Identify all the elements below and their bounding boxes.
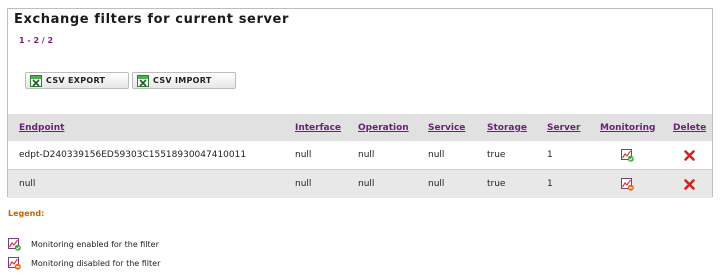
- column-header-interface[interactable]: Interface: [295, 114, 358, 141]
- csv-export-label: CSV EXPORT: [46, 76, 106, 85]
- legend-item-monitoring-enabled: Monitoring enabled for the filter: [8, 238, 159, 251]
- filters-table: Endpoint Interface Operation Service Sto…: [8, 114, 712, 198]
- interface-cell: null: [295, 169, 358, 198]
- endpoint-cell: null: [8, 169, 295, 198]
- endpoint-cell: edpt-D240339156ED59303C15518930047410011: [8, 141, 295, 170]
- column-header-operation[interactable]: Operation: [358, 114, 428, 141]
- monitoring-enabled-icon[interactable]: [621, 148, 634, 162]
- delete-cell: [673, 141, 712, 170]
- column-header-server[interactable]: Server: [547, 114, 600, 141]
- monitoring-cell: [600, 169, 673, 198]
- operation-cell: null: [358, 141, 428, 170]
- delete-cell: [673, 169, 712, 198]
- column-header-endpoint[interactable]: Endpoint: [8, 114, 295, 141]
- service-cell: null: [428, 169, 487, 198]
- column-header-service[interactable]: Service: [428, 114, 487, 141]
- table-row: null null null null true 1: [8, 169, 712, 198]
- storage-cell: true: [487, 169, 547, 198]
- monitoring-cell: [600, 141, 673, 170]
- legend-item-label: Monitoring enabled for the filter: [31, 240, 159, 249]
- server-cell: 1: [547, 141, 600, 170]
- delete-icon[interactable]: [683, 178, 696, 191]
- server-cell: 1: [547, 169, 600, 198]
- legend-item-monitoring-disabled: Monitoring disabled for the filter: [8, 257, 160, 270]
- csv-import-label: CSV IMPORT: [153, 76, 212, 85]
- column-header-monitoring[interactable]: Monitoring: [600, 114, 673, 141]
- csv-export-button[interactable]: CSV EXPORT: [25, 72, 129, 89]
- table-row: edpt-D240339156ED59303C15518930047410011…: [8, 141, 712, 170]
- monitoring-disabled-icon: [8, 257, 21, 270]
- column-header-storage[interactable]: Storage: [487, 114, 547, 141]
- csv-import-button[interactable]: CSV IMPORT: [132, 72, 236, 89]
- monitoring-enabled-icon: [8, 238, 21, 251]
- delete-icon[interactable]: [683, 149, 696, 162]
- service-cell: null: [428, 141, 487, 170]
- legend-title: Legend:: [8, 209, 45, 218]
- spreadsheet-icon: [137, 74, 149, 87]
- interface-cell: null: [295, 141, 358, 170]
- storage-cell: true: [487, 141, 547, 170]
- panel-title: Exchange filters for current server: [14, 12, 289, 27]
- exchange-filters-panel: Exchange filters for current server 1 - …: [7, 8, 713, 198]
- pagination-info: 1 - 2 / 2: [19, 36, 54, 45]
- monitoring-disabled-icon[interactable]: [621, 177, 634, 191]
- legend-item-label: Monitoring disabled for the filter: [31, 259, 161, 268]
- operation-cell: null: [358, 169, 428, 198]
- column-header-delete[interactable]: Delete: [673, 114, 712, 141]
- table-header-row: Endpoint Interface Operation Service Sto…: [8, 114, 712, 141]
- spreadsheet-icon: [30, 74, 42, 87]
